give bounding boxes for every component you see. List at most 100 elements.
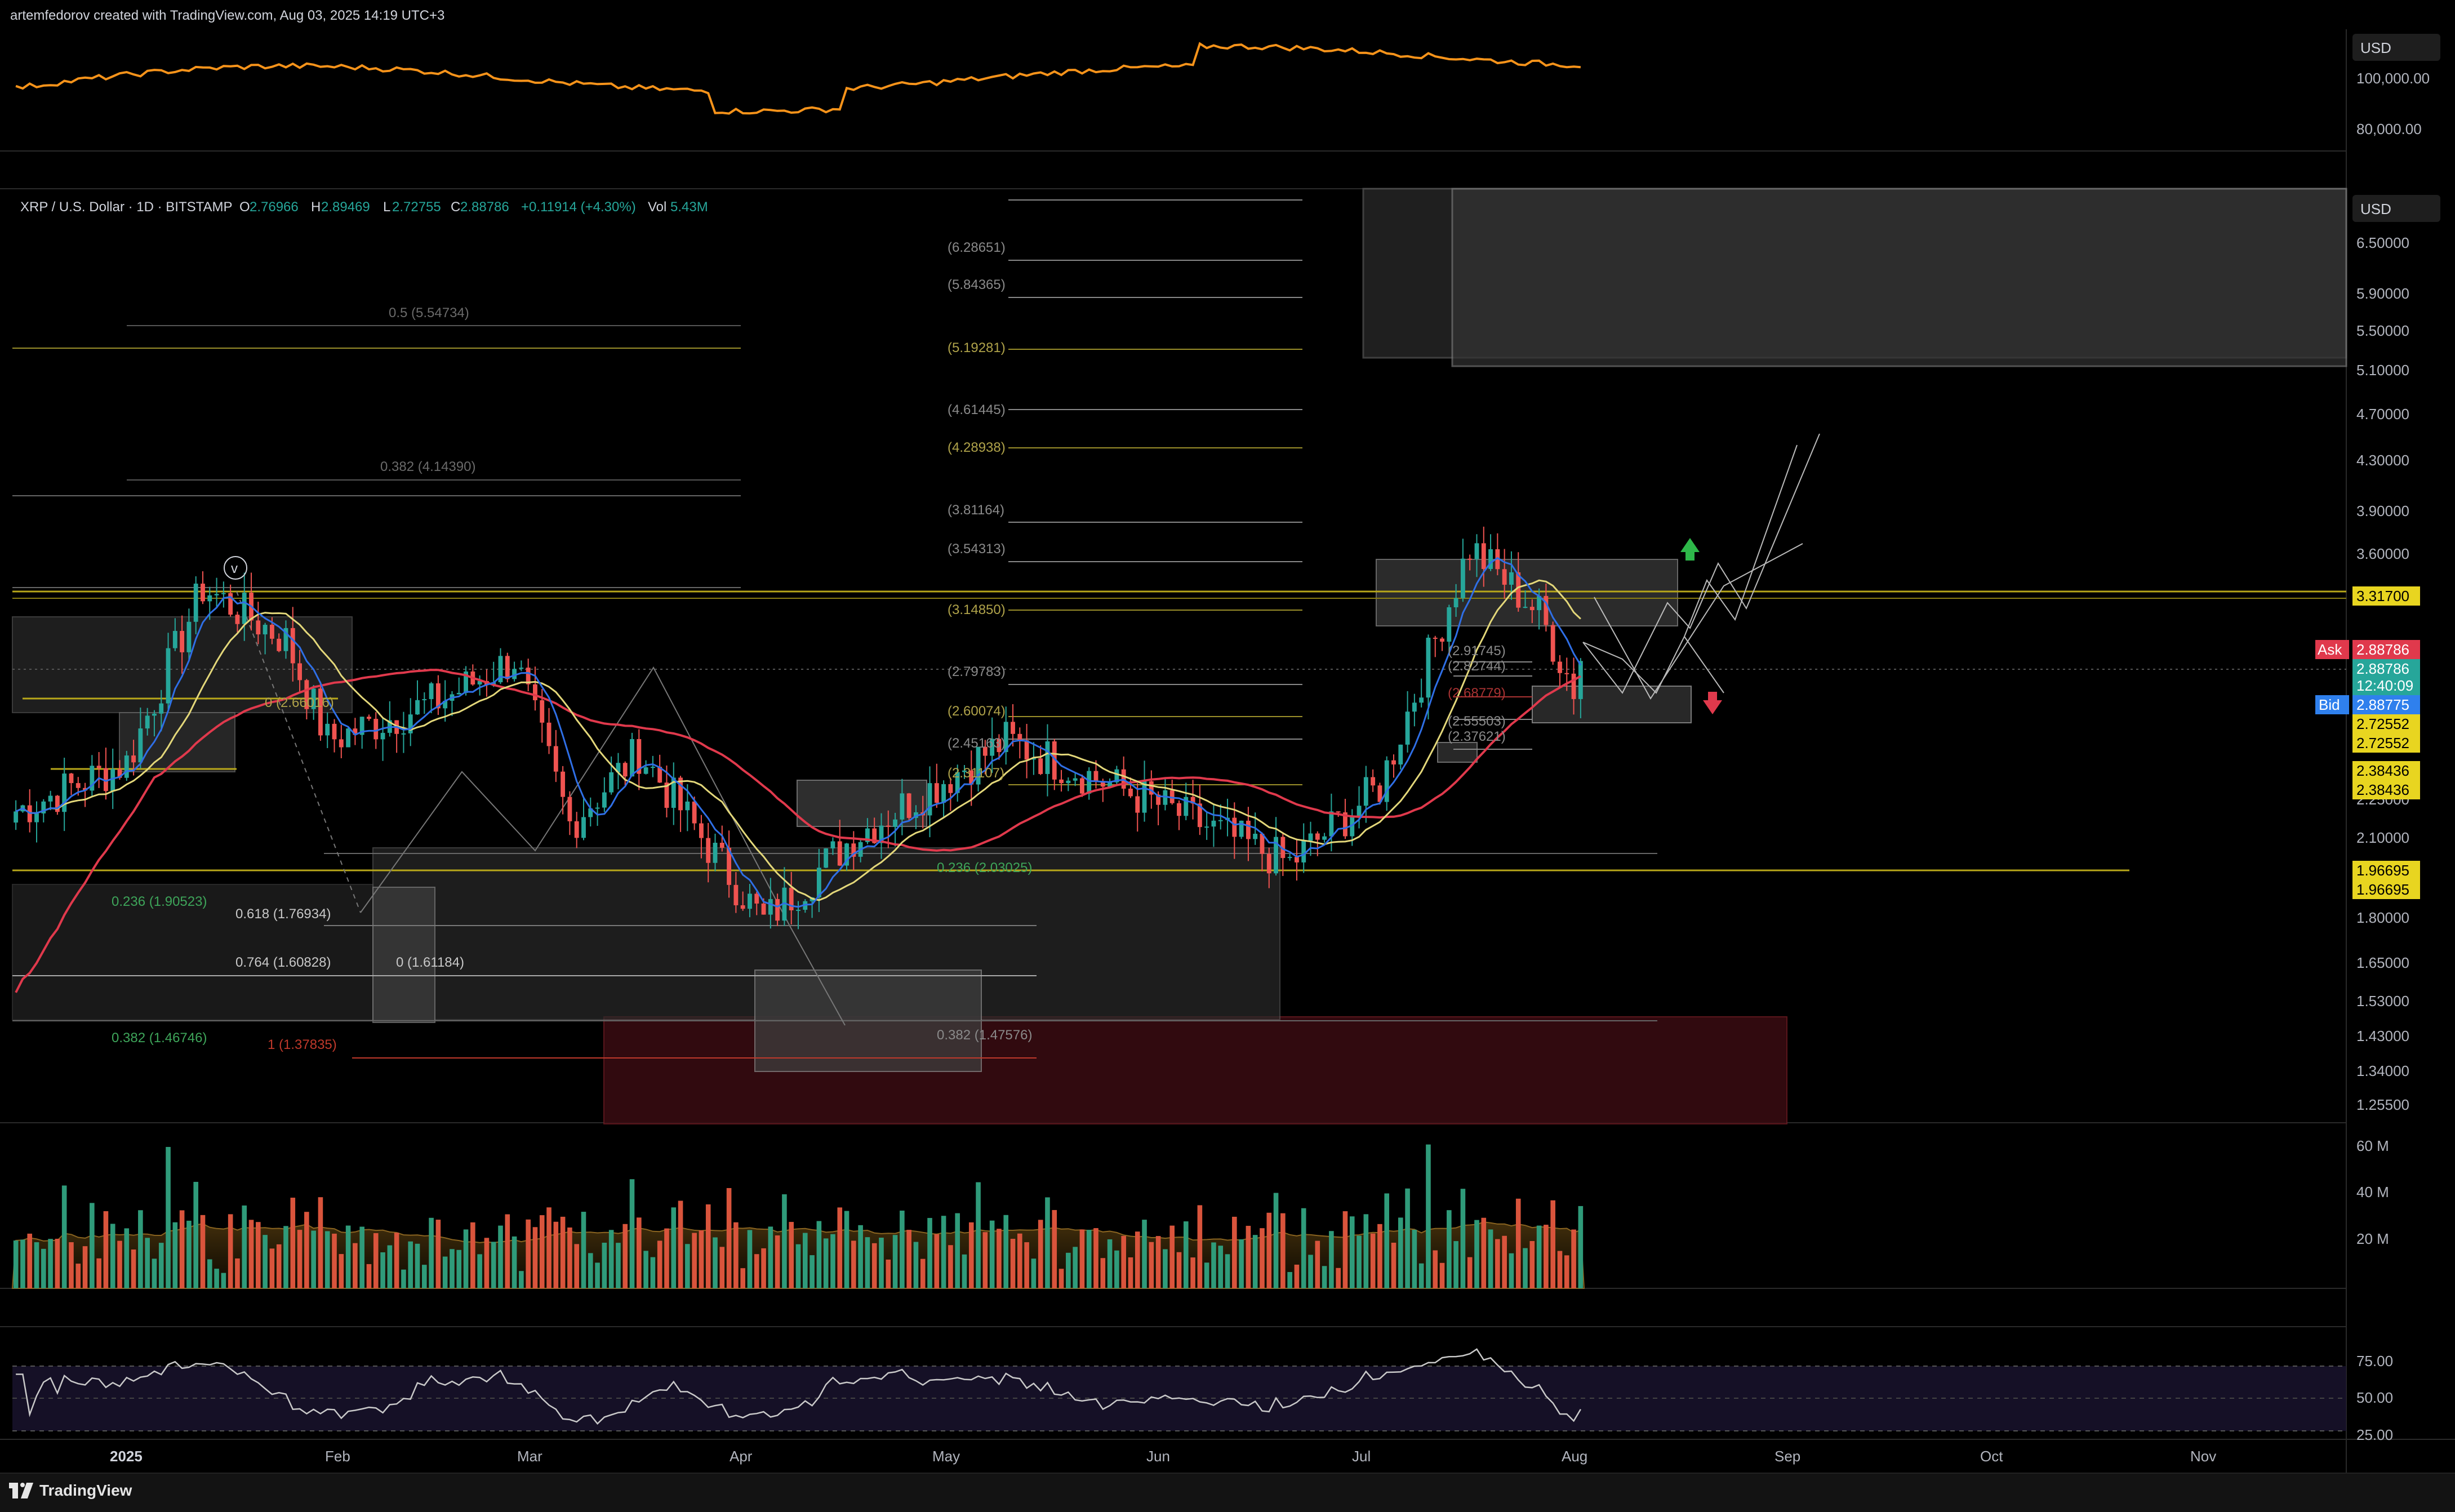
bottom-bar: TradingView [0,1473,2455,1512]
volume-bar [1363,1214,1369,1288]
volume-bar [581,1212,586,1288]
candle-body [269,625,274,639]
candle-body [1516,572,1521,608]
candle-body [207,595,212,602]
volume-bar [526,1219,531,1288]
inner-label-2: (2.68779) [1448,686,1506,701]
volume-bar [1342,1211,1348,1288]
grey-box-july-small[interactable] [1437,742,1478,763]
fib-label-r11: (2.31107) [948,766,1004,781]
candle-body [1232,817,1237,837]
volume-bar [117,1240,122,1288]
candle-body [519,668,524,669]
volume-bar [871,1243,877,1288]
candle-body [325,723,330,736]
volume-bar [207,1259,212,1288]
candle-body [678,777,683,811]
candle-body [346,728,351,748]
grey-box-july-top[interactable] [1376,559,1678,626]
candle-body [339,739,344,748]
inner-label-1: (2.82744) [1448,659,1506,674]
volume-bar [657,1240,662,1288]
candle-body [650,767,655,768]
volume-bar [1052,1209,1057,1288]
svg-text:1.53000: 1.53000 [2356,993,2409,1010]
ohlc-c-value: 2.88786 [460,199,509,215]
fib-label-0: 0 (2.66016) [265,695,334,710]
upper-supply-zone-inner[interactable] [1451,188,2347,367]
volume-bar [415,1243,420,1288]
volume-bar [131,1249,136,1288]
candle-body [145,715,150,729]
volume-bar [1377,1224,1382,1288]
grey-box-aug-target[interactable] [1532,686,1692,723]
volume-bar [435,1220,441,1288]
volume-bar [1529,1241,1535,1288]
candle-body [934,783,939,803]
price-tags: 3.31700 Ask 2.88786 2.88786 12:40:09 Bid… [2315,586,2420,899]
volume-bar [1336,1268,1341,1288]
volume-bar [982,1232,988,1288]
svg-text:1.34000: 1.34000 [2356,1062,2409,1079]
fib-label-0382-left: 0.382 (1.46746) [112,1030,207,1046]
volume-bar [1211,1242,1216,1288]
candle-body [830,841,835,849]
volume-bar [643,1251,648,1288]
volume-bar [1204,1262,1209,1288]
candle-body [740,905,745,909]
volume-bars [13,1144,1584,1288]
candle-body [1371,777,1376,786]
candle-body [1550,625,1555,662]
volume-bar [782,1194,787,1288]
main-currency-label: USD [2360,201,2391,217]
volume-bar [1564,1255,1569,1288]
tag-y4: 2.38436 [2356,781,2409,798]
bearish-path[interactable] [1684,636,1724,693]
time-label-mar: Mar [517,1448,542,1465]
volume-bar [1107,1239,1113,1288]
tradingview-chart[interactable]: USD 100,000.00 80,000.00 v (6.28651) (5.… [0,0,2455,1473]
tradingview-logo[interactable]: TradingView [9,1482,132,1500]
candle-body [1426,638,1431,698]
ohlc-vol-value: 5.43M [670,199,708,215]
volume-bar [1038,1220,1043,1288]
candle-body [1287,857,1292,859]
volume-bar [920,1258,926,1288]
volume-bar [55,1238,60,1288]
candle-body [900,793,905,820]
volume-bar [1544,1225,1549,1288]
candle-body [609,772,614,793]
grey-box-left-small[interactable] [119,712,235,772]
ohlc-l-label: L [383,199,390,215]
volume-bar [997,1229,1002,1288]
volume-bar [1252,1235,1258,1288]
fib-label-1: 1 (1.37835) [268,1037,337,1052]
candle-body [1093,771,1098,781]
volume-bar [754,1254,759,1288]
candle-body [685,801,690,811]
fib-label-r4: (4.28938) [948,440,1006,455]
volume-bar [1169,1225,1175,1288]
candle-body [166,648,171,704]
volume-bar [48,1239,53,1288]
fib-label-0236-left: 0.236 (1.90523) [112,894,207,909]
symbol-legend[interactable]: XRP / U.S. Dollar · 1D · BITSTAMP O 2.76… [20,199,708,215]
volume-bar [27,1233,33,1288]
volume-bar [1308,1255,1313,1288]
volume-bar [1509,1253,1514,1288]
volume-bar [152,1258,157,1288]
volume-bar [103,1211,109,1288]
volume-bar [429,1217,434,1288]
candle-body [235,615,240,624]
candle-body [367,717,371,719]
inner-label-4: (2.37621) [1448,729,1506,744]
volume-bar [124,1228,130,1288]
ohlc-o-label: O [239,199,250,215]
volume-bar [1225,1254,1230,1288]
candle-body [180,630,185,652]
volume-bar [283,1226,288,1288]
svg-text:5.10000: 5.10000 [2356,362,2409,379]
svg-text:3.90000: 3.90000 [2356,502,2409,519]
volume-bar [705,1204,711,1288]
candle-body [1246,820,1251,839]
